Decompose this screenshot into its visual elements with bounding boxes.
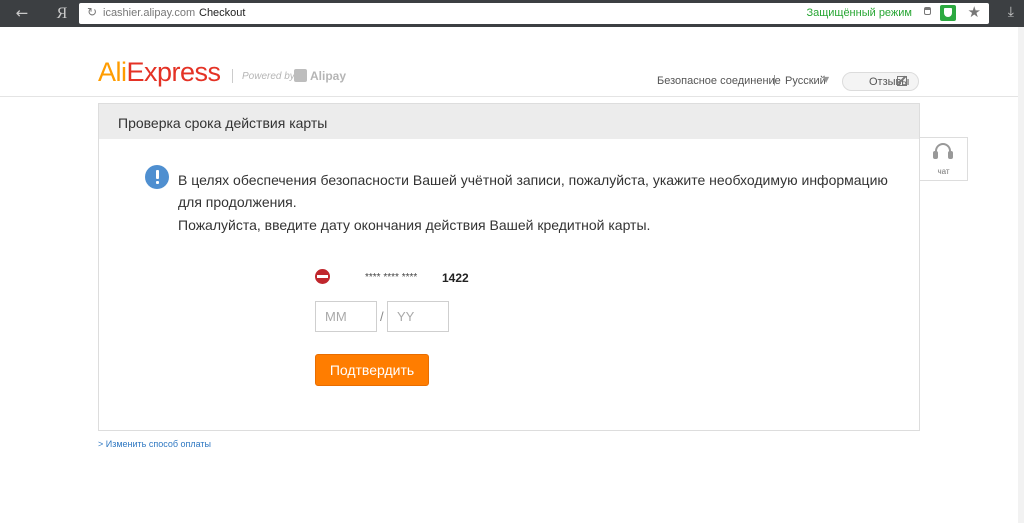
expiry-month-input[interactable]: [315, 301, 377, 332]
chat-button[interactable]: чат: [919, 137, 968, 181]
card-last-digits: 1422: [442, 271, 469, 285]
expiry-year-input[interactable]: [387, 301, 449, 332]
star-icon[interactable]: ★: [968, 3, 981, 21]
panel-header: Проверка срока действия карты: [99, 104, 919, 139]
aliexpress-logo[interactable]: AliExpress: [98, 57, 221, 88]
card-verification-panel: Проверка срока действия карты В целях об…: [98, 103, 920, 431]
security-message: В целях обеспечения безопасности Вашей у…: [178, 172, 888, 210]
info-icon: [145, 165, 169, 189]
alipay-logo-text: Alipay: [310, 69, 347, 83]
logo-divider: [232, 69, 233, 83]
logo-express-text: Express: [126, 57, 222, 87]
headset-icon: [933, 143, 953, 161]
site-header: AliExpress Powered by Alipay Безопасное …: [0, 27, 1024, 97]
browser-toolbar: ← Я ↻ icashier.alipay.com Checkout Защищ…: [0, 0, 1024, 27]
address-bar[interactable]: ↻ icashier.alipay.com Checkout Защищённы…: [79, 3, 989, 24]
date-separator: /: [380, 309, 384, 324]
confirm-button[interactable]: Подтвердить: [315, 354, 429, 386]
page-title-text: Checkout: [199, 7, 246, 19]
panel-title: Проверка срока действия карты: [118, 115, 328, 131]
logo-ali-text: Ali: [98, 57, 127, 87]
powered-by-text: Powered by: [242, 71, 295, 82]
secure-connection-link[interactable]: Безопасное соединение: [657, 75, 781, 87]
reload-icon[interactable]: ↻: [87, 5, 97, 19]
back-arrow-icon[interactable]: ←: [12, 4, 32, 23]
card-number-mask: **** **** ****: [365, 272, 418, 283]
header-separator: |: [773, 74, 776, 86]
lock-icon[interactable]: [924, 7, 931, 15]
edit-icon: [897, 76, 907, 86]
feedback-button[interactable]: Отзывы: [842, 72, 919, 91]
chevron-down-icon[interactable]: ▼: [823, 75, 829, 84]
expiry-instruction: Пожалуйста, введите дату окончания дейст…: [178, 217, 651, 233]
url-text: icashier.alipay.com: [103, 7, 196, 19]
page-scrollbar[interactable]: [1018, 27, 1024, 523]
change-payment-link[interactable]: > Изменить способ оплаты: [98, 439, 211, 449]
chat-label: чат: [937, 167, 950, 176]
card-brand-icon: [315, 269, 330, 284]
language-selector[interactable]: Русский: [785, 75, 826, 87]
shield-icon[interactable]: [940, 5, 956, 21]
yandex-icon[interactable]: Я: [52, 4, 72, 23]
alipay-logo-icon: [294, 69, 307, 82]
download-icon[interactable]: ⤓: [1008, 4, 1014, 20]
headset-ear-right: [948, 151, 953, 159]
headset-ear-left: [933, 151, 938, 159]
secure-mode-label[interactable]: Защищённый режим: [806, 7, 912, 19]
